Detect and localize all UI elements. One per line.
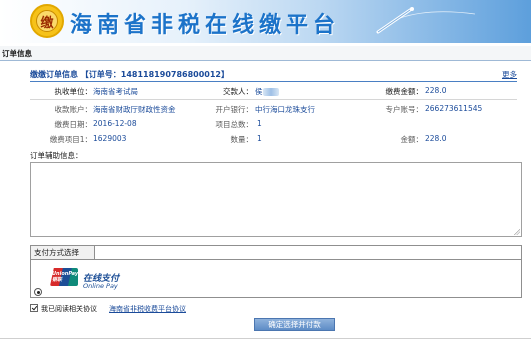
row-divider bbox=[30, 99, 517, 100]
qty-label: 数量： bbox=[230, 135, 254, 144]
agreement-link[interactable]: 海南省非税收费平台协议 bbox=[109, 304, 186, 314]
bank-label: 开户银行： bbox=[215, 105, 254, 114]
money-label: 金额： bbox=[400, 135, 424, 144]
redacted-blur bbox=[262, 88, 279, 96]
item-label: 缴费项目1： bbox=[49, 135, 92, 144]
pen-decoration-icon bbox=[376, 7, 476, 34]
order-divider bbox=[30, 81, 517, 82]
money-value: 228.0 bbox=[425, 134, 447, 143]
aux-info-textarea[interactable] bbox=[30, 162, 522, 237]
account-label: 收款账户： bbox=[54, 105, 93, 114]
info-row-3: 缴费日期： 2016-12-08 项目总数： 1 bbox=[0, 119, 531, 131]
payment-method-panel: 支付方式选择 UnionPay 银联 在线支付 Online Pay bbox=[30, 245, 522, 298]
confirm-pay-button[interactable]: 确定选择并付款 bbox=[254, 318, 335, 331]
unit-label: 执收单位： bbox=[54, 87, 93, 96]
resize-grip-icon[interactable] bbox=[514, 229, 520, 235]
info-row-1: 执收单位： 海南省考试局 交款人： 侯 缴费金额： 228.0 bbox=[0, 86, 531, 98]
agree-text: 我已阅读相关协议 bbox=[41, 305, 97, 313]
acctno-label: 专户账号： bbox=[385, 105, 424, 114]
payer-label: 交款人： bbox=[223, 87, 253, 96]
aux-info-label: 订单辅助信息： bbox=[30, 151, 83, 160]
more-link[interactable]: 更多 bbox=[502, 69, 517, 80]
bottom-divider bbox=[0, 338, 531, 339]
amount-value: 228.0 bbox=[425, 86, 447, 95]
itemcount-value: 1 bbox=[257, 119, 262, 128]
site-title: 海南省非税在线缴平台 bbox=[70, 12, 341, 38]
qty-value: 1 bbox=[257, 134, 262, 143]
unionpay-radio[interactable] bbox=[34, 288, 42, 296]
item-value: 1629003 bbox=[93, 134, 127, 143]
logo-char: 缴 bbox=[36, 10, 58, 32]
site-logo-icon: 缴 bbox=[30, 4, 64, 38]
info-row-4: 缴费项目1： 1629003 数量： 1 金额： 228.0 bbox=[0, 134, 531, 146]
breadcrumb: 订单信息 bbox=[0, 46, 531, 61]
order-title: 缴缴订单信息 【订单号：14811819078680001​2】 bbox=[30, 70, 229, 79]
info-row-2: 收款账户： 海南省财政厅财政性资金 开户银行： 中行海口龙珠支行 专户账号： 2… bbox=[0, 104, 531, 116]
acctno-value: 266273611545 bbox=[425, 104, 483, 113]
unit-value: 海南省考试局 bbox=[93, 87, 138, 96]
date-label: 缴费日期： bbox=[54, 120, 93, 129]
payer-value: 侯 bbox=[255, 86, 279, 97]
site-banner: 缴 海南省非税在线缴平台 bbox=[0, 0, 531, 43]
online-pay-en-label[interactable]: Online Pay bbox=[83, 282, 118, 290]
unionpay-logo-icon[interactable]: UnionPay 银联 bbox=[50, 268, 78, 286]
account-value: 海南省财政厅财政性资金 bbox=[93, 105, 176, 114]
agree-checkbox[interactable] bbox=[30, 304, 38, 312]
tab-divider bbox=[95, 259, 521, 260]
breadcrumb-label: 订单信息 bbox=[2, 49, 32, 58]
tab-payment-method[interactable]: 支付方式选择 bbox=[31, 246, 95, 260]
itemcount-label: 项目总数： bbox=[215, 120, 254, 129]
amount-label: 缴费金额： bbox=[385, 87, 424, 96]
date-value: 2016-12-08 bbox=[93, 119, 137, 128]
bank-value: 中行海口龙珠支行 bbox=[255, 105, 315, 114]
